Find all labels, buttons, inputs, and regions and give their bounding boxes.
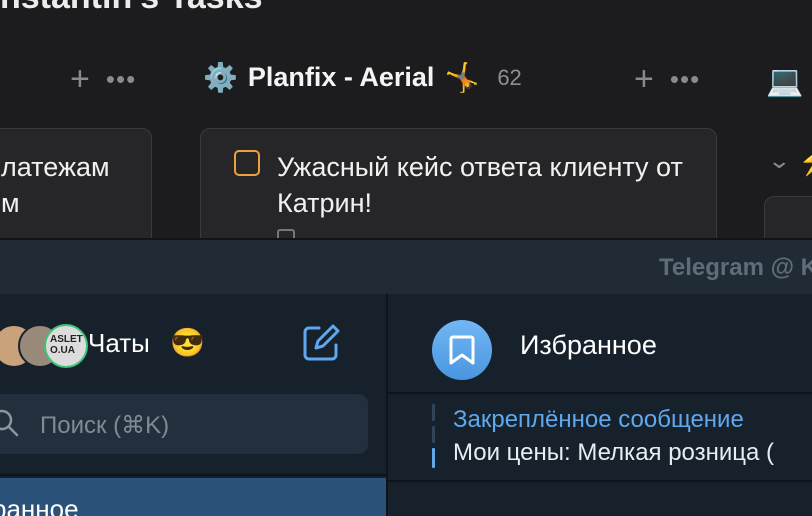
search-icon	[0, 409, 19, 437]
column-task-count: 62	[497, 64, 522, 90]
task-checkbox[interactable]	[234, 150, 260, 176]
priority-icon: ⚡	[798, 144, 812, 177]
task-card-title: латежам м	[1, 152, 110, 218]
cartwheel-emoji-icon: 🤸	[444, 61, 480, 93]
pinned-message-bar[interactable]: Закреплённое сообщение Мои цены: Мелкая …	[388, 394, 812, 482]
task-card[interactable]: латежам м	[0, 128, 152, 240]
chat-title: Избранное	[520, 330, 657, 360]
search-input[interactable]: Поиск (⌘K)	[0, 394, 368, 454]
task-card[interactable]: Ужасный кейс ответа клиенту от Катрин!	[200, 128, 717, 240]
chat-header[interactable]: Избранное	[388, 294, 812, 394]
window-title: Telegram @ K	[659, 254, 812, 281]
column-actions: + •••	[634, 62, 700, 96]
chats-label: Чаты	[88, 328, 150, 358]
avatar: ASLET O.UA	[44, 324, 88, 368]
board-title: nstantin's Tasks	[0, 0, 263, 17]
task-board: nstantin's Tasks + ••• ⚙️ Planfix - Aeri…	[0, 0, 812, 240]
saved-messages-avatar	[432, 320, 492, 380]
compose-icon[interactable]	[302, 324, 340, 362]
sunglasses-emoji-icon: 😎	[170, 327, 205, 358]
add-task-button[interactable]: +	[70, 62, 90, 96]
window-titlebar[interactable]: Telegram @ K	[0, 240, 812, 294]
account-avatars[interactable]: ASLET O.UA	[0, 324, 88, 368]
more-options-button[interactable]: •••	[670, 66, 700, 92]
gear-icon: ⚙️	[203, 61, 238, 93]
column-header[interactable]: ⚙️ Planfix - Aerial 🤸 62	[203, 62, 522, 93]
chat-list-item-label: ранное	[0, 494, 79, 516]
prev-column-actions: + •••	[70, 62, 136, 96]
divider	[0, 474, 386, 476]
more-options-button[interactable]: •••	[106, 66, 136, 92]
telegram-window: Telegram @ K ASLET O.UA Чаты 😎 Поиск (⌘K…	[0, 238, 812, 516]
laptop-icon: 💻	[766, 65, 804, 98]
bookmark-icon	[449, 335, 475, 365]
chat-pane: Избранное Закреплённое сообщение Мои цен…	[388, 294, 812, 516]
task-card-title: Ужасный кейс ответа клиенту от Катрин!	[277, 152, 683, 218]
pinned-indicator	[432, 404, 436, 470]
chat-list-item-selected[interactable]: ранное	[0, 478, 386, 516]
task-card[interactable]	[764, 196, 812, 240]
chat-sidebar: ASLET O.UA Чаты 😎 Поиск (⌘K) ранное	[0, 294, 388, 516]
add-task-button[interactable]: +	[634, 62, 654, 96]
pinned-message-title: Закреплённое сообщение	[453, 406, 744, 433]
chevron-down-icon[interactable]: ⌄	[767, 148, 791, 174]
avatar-badge-text: ASLET O.UA	[50, 334, 83, 356]
pinned-message-text: Мои цены: Мелкая розница (	[453, 439, 775, 466]
column-title: Planfix - Aerial	[247, 62, 435, 92]
search-placeholder: Поиск (⌘K)	[40, 412, 170, 439]
